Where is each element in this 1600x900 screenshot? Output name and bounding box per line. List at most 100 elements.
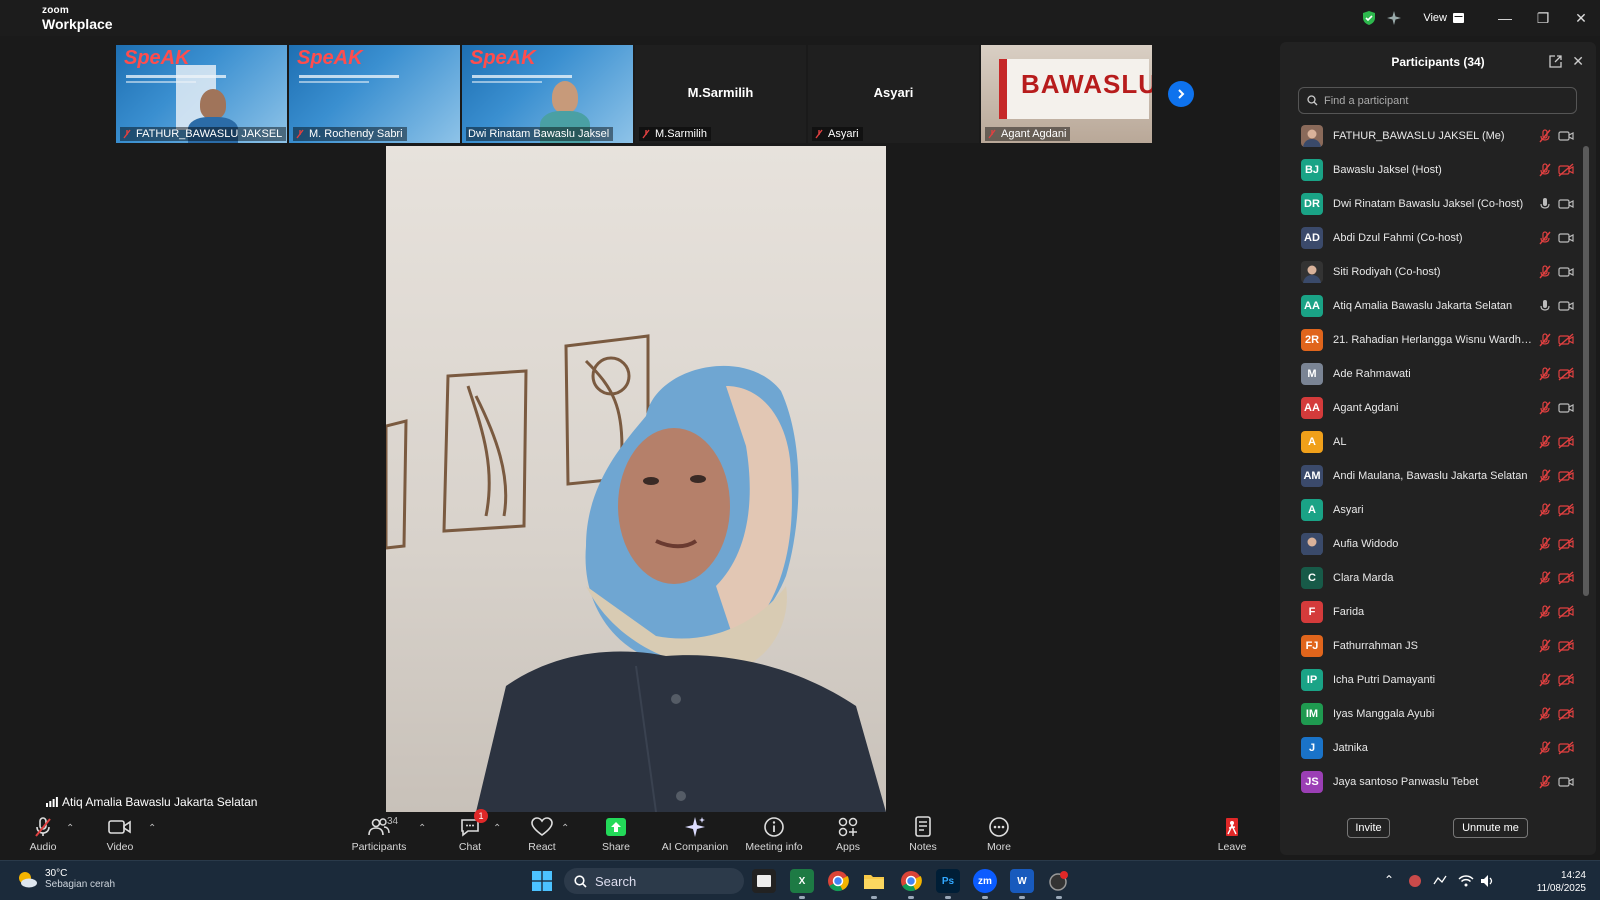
audio-options-caret-icon[interactable]: ⌃ xyxy=(66,823,74,834)
mic-muted-icon[interactable] xyxy=(1538,639,1552,653)
participant-row[interactable]: C Clara Marda xyxy=(1280,561,1580,595)
minimize-icon[interactable]: — xyxy=(1486,0,1524,36)
mic-icon[interactable] xyxy=(1538,299,1552,313)
camera-off-icon[interactable] xyxy=(1558,537,1574,551)
word-icon[interactable]: W xyxy=(1010,869,1034,899)
mic-muted-icon[interactable] xyxy=(1538,265,1552,279)
participant-row[interactable]: AA Atiq Amalia Bawaslu Jakarta Selatan xyxy=(1280,289,1580,323)
camera-off-icon[interactable] xyxy=(1558,163,1574,177)
participants-button[interactable]: 34 Participants xyxy=(339,815,419,853)
video-tile[interactable]: Asyari Asyari xyxy=(808,45,979,143)
camera-off-icon[interactable] xyxy=(1558,741,1574,755)
ai-sparkle-icon[interactable] xyxy=(1387,11,1402,25)
camera-off-icon[interactable] xyxy=(1558,435,1574,449)
wifi-icon[interactable] xyxy=(1458,874,1474,887)
camera-icon[interactable] xyxy=(1558,299,1574,313)
mic-muted-icon[interactable] xyxy=(1538,503,1552,517)
next-page-button[interactable] xyxy=(1168,81,1194,107)
apps-button[interactable]: Apps xyxy=(808,815,888,853)
mic-muted-icon[interactable] xyxy=(1538,605,1552,619)
unmute-me-button[interactable]: Unmute me xyxy=(1453,818,1528,838)
video-tile[interactable]: SpeAK Dwi Rinatam Bawaslu Jaksel xyxy=(462,45,633,143)
chat-button[interactable]: 1 Chat xyxy=(430,809,510,853)
ai-companion-button[interactable]: AI Companion xyxy=(655,815,735,853)
participant-row[interactable]: AA Agant Agdani xyxy=(1280,391,1580,425)
participant-row[interactable]: IM Iyas Manggala Ayubi xyxy=(1280,697,1580,731)
video-tile[interactable]: M.Sarmilih M.Sarmilih xyxy=(635,45,806,143)
close-panel-icon[interactable]: ✕ xyxy=(1572,53,1584,70)
camera-icon[interactable] xyxy=(1558,129,1574,143)
video-options-caret-icon[interactable]: ⌃ xyxy=(148,823,156,834)
notes-button[interactable]: Notes xyxy=(883,815,963,853)
camera-icon[interactable] xyxy=(1558,265,1574,279)
restore-icon[interactable]: ❐ xyxy=(1524,0,1562,36)
excel-icon[interactable]: X xyxy=(790,869,814,899)
tray-overflow-chevron-icon[interactable]: ⌃ xyxy=(1384,873,1394,887)
participant-row[interactable]: J Jatnika xyxy=(1280,731,1580,765)
participant-row[interactable]: F Farida xyxy=(1280,595,1580,629)
audio-button[interactable]: Audio xyxy=(3,815,83,853)
participant-row[interactable]: AM Andi Maulana, Bawaslu Jakarta Selatan xyxy=(1280,459,1580,493)
mic-muted-icon[interactable] xyxy=(1538,775,1552,789)
taskbar-search-box[interactable]: Search xyxy=(564,868,744,894)
camera-off-icon[interactable] xyxy=(1558,673,1574,687)
participant-row[interactable]: Siti Rodiyah (Co-host) xyxy=(1280,255,1580,289)
participant-row[interactable]: JS Jaya santoso Panwaslu Tebet xyxy=(1280,765,1580,799)
participant-row[interactable]: Aufia Widodo xyxy=(1280,527,1580,561)
video-tile[interactable]: BAWASLU Agant Agdani xyxy=(981,45,1152,143)
meeting-info-button[interactable]: Meeting info xyxy=(734,815,814,853)
mic-muted-icon[interactable] xyxy=(1538,537,1552,551)
camera-off-icon[interactable] xyxy=(1558,367,1574,381)
network-transfer-icon[interactable] xyxy=(1432,874,1448,888)
participant-row[interactable]: AD Abdi Dzul Fahmi (Co-host) xyxy=(1280,221,1580,255)
mic-muted-icon[interactable] xyxy=(1538,367,1552,381)
mic-muted-icon[interactable] xyxy=(1538,469,1552,483)
participant-row[interactable]: M Ade Rahmawati xyxy=(1280,357,1580,391)
taskbar-clock[interactable]: 14:24 11/08/2025 xyxy=(1537,869,1586,895)
mic-muted-icon[interactable] xyxy=(1538,401,1552,415)
mic-muted-icon[interactable] xyxy=(1538,333,1552,347)
participant-row[interactable]: BJ Bawaslu Jaksel (Host) xyxy=(1280,153,1580,187)
participant-row[interactable]: DR Dwi Rinatam Bawaslu Jaksel (Co-host) xyxy=(1280,187,1580,221)
leave-button[interactable]: Leave xyxy=(1192,815,1272,853)
participant-list-scrollbar[interactable] xyxy=(1583,146,1589,596)
volume-icon[interactable] xyxy=(1480,874,1496,888)
participant-row[interactable]: A Asyari xyxy=(1280,493,1580,527)
react-button[interactable]: React xyxy=(502,815,582,853)
camera-off-icon[interactable] xyxy=(1558,333,1574,347)
camera-icon[interactable] xyxy=(1558,401,1574,415)
participant-row[interactable]: IP Icha Putri Damayanti xyxy=(1280,663,1580,697)
participant-row[interactable]: 2R 21. Rahadian Herlangga Wisnu Wardhana xyxy=(1280,323,1580,357)
participant-row[interactable]: FATHUR_BAWASLU JAKSEL (Me) xyxy=(1280,119,1580,153)
mic-muted-icon[interactable] xyxy=(1538,741,1552,755)
view-button[interactable]: View xyxy=(1423,12,1464,24)
close-icon[interactable]: ✕ xyxy=(1562,0,1600,36)
task-view-icon[interactable] xyxy=(752,869,776,893)
video-button[interactable]: Video xyxy=(80,815,160,853)
react-caret-icon[interactable]: ⌃ xyxy=(561,823,569,834)
mic-muted-icon[interactable] xyxy=(1538,129,1552,143)
camera-icon[interactable] xyxy=(1558,197,1574,211)
participant-row[interactable]: A AL xyxy=(1280,425,1580,459)
more-button[interactable]: More xyxy=(959,815,1039,853)
video-tile[interactable]: SpeAK M. Rochendy Sabri xyxy=(289,45,460,143)
mic-icon[interactable] xyxy=(1538,197,1552,211)
mic-muted-icon[interactable] xyxy=(1538,571,1552,585)
mic-muted-icon[interactable] xyxy=(1538,231,1552,245)
participant-row[interactable]: FJ Fathurrahman JS xyxy=(1280,629,1580,663)
camera-off-icon[interactable] xyxy=(1558,707,1574,721)
camera-icon[interactable] xyxy=(1558,231,1574,245)
mic-muted-icon[interactable] xyxy=(1538,673,1552,687)
camera-off-icon[interactable] xyxy=(1558,571,1574,585)
windows-start-icon[interactable] xyxy=(532,871,552,891)
invite-button[interactable]: Invite xyxy=(1347,818,1390,838)
pop-out-icon[interactable] xyxy=(1549,55,1562,68)
zoom-taskbar-icon[interactable]: zm xyxy=(973,869,997,899)
participant-search-input[interactable] xyxy=(1324,94,1554,107)
camera-off-icon[interactable] xyxy=(1558,503,1574,517)
photoshop-icon[interactable]: Ps xyxy=(936,869,960,899)
chat-caret-icon[interactable]: ⌃ xyxy=(493,823,501,834)
video-tile[interactable]: SpeAK FATHUR_BAWASLU JAKSEL xyxy=(116,45,287,143)
weather-widget[interactable]: 30°C Sebagian cerah xyxy=(16,868,115,890)
camera-off-icon[interactable] xyxy=(1558,469,1574,483)
